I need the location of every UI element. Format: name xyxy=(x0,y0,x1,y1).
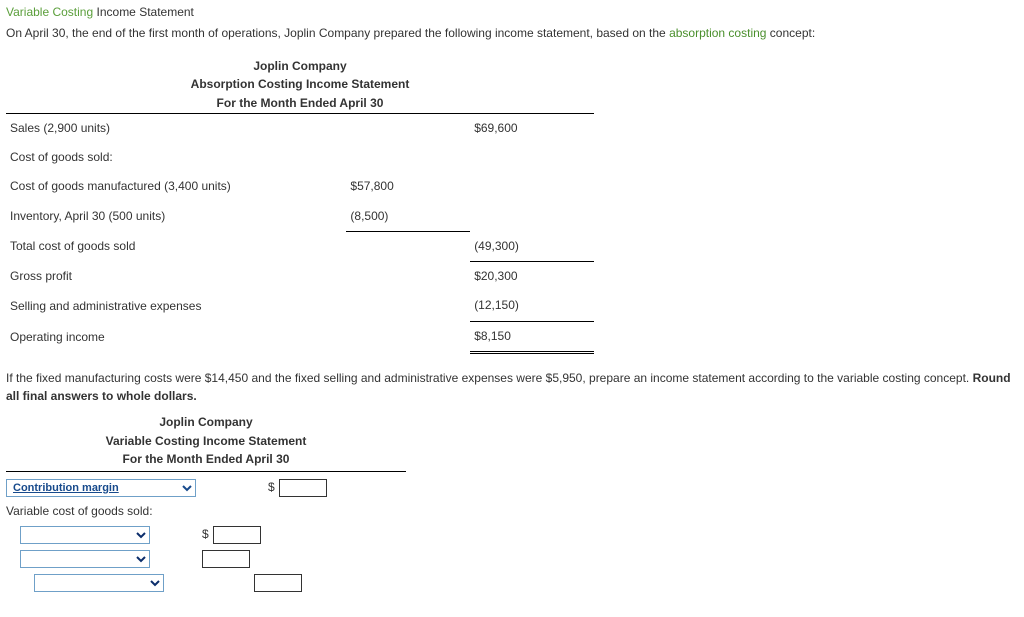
line-item-select-2[interactable] xyxy=(20,526,150,544)
form-row-4 xyxy=(6,571,406,595)
amount-input-4[interactable] xyxy=(254,574,302,592)
currency-symbol: $ xyxy=(268,479,275,496)
page-title: Variable Costing Income Statement xyxy=(6,4,1018,21)
sga-value: (12,150) xyxy=(470,291,594,321)
instructions: If the fixed manufacturing costs were $1… xyxy=(6,370,1018,405)
inv-label: Inventory, April 30 (500 units) xyxy=(6,202,346,232)
page-title-green: Variable Costing xyxy=(6,5,93,19)
form-row-2: $ xyxy=(6,523,406,547)
table-row: Inventory, April 30 (500 units) (8,500) xyxy=(6,202,594,232)
instructions-text: If the fixed manufacturing costs were $1… xyxy=(6,371,973,385)
vcogs-label: Variable cost of goods sold: xyxy=(6,500,406,523)
stmt2-period: For the Month Ended April 30 xyxy=(123,452,290,466)
stmt1-title: Absorption Costing Income Statement xyxy=(191,77,410,91)
stmt2-heading: Joplin Company Variable Costing Income S… xyxy=(6,413,406,472)
stmt2-company: Joplin Company xyxy=(159,415,252,429)
cogm-value: $57,800 xyxy=(346,172,470,201)
sales-label: Sales (2,900 units) xyxy=(6,113,346,143)
table-row: Cost of goods sold: xyxy=(6,143,594,172)
table-row: Sales (2,900 units) $69,600 xyxy=(6,113,594,143)
table-row: Total cost of goods sold (49,300) xyxy=(6,232,594,262)
amount-input-2[interactable] xyxy=(213,526,261,544)
amount-input-3[interactable] xyxy=(202,550,250,568)
table-row: Gross profit $20,300 xyxy=(6,262,594,292)
table-row: Cost of goods manufactured (3,400 units)… xyxy=(6,172,594,201)
stmt1-heading: Joplin Company Absorption Costing Income… xyxy=(6,57,594,113)
table-row: Selling and administrative expenses (12,… xyxy=(6,291,594,321)
totcogs-label: Total cost of goods sold xyxy=(6,232,346,262)
totcogs-value: (49,300) xyxy=(470,232,594,262)
line-item-select-3[interactable] xyxy=(20,550,150,568)
intro-before: On April 30, the end of the first month … xyxy=(6,26,669,40)
currency-symbol: $ xyxy=(202,526,209,543)
absorption-statement: Joplin Company Absorption Costing Income… xyxy=(6,57,594,354)
oi-label: Operating income xyxy=(6,321,346,352)
intro-after: concept: xyxy=(766,26,815,40)
variable-costing-form: Joplin Company Variable Costing Income S… xyxy=(6,413,406,595)
gp-label: Gross profit xyxy=(6,262,346,292)
table-row: Operating income $8,150 xyxy=(6,321,594,352)
form-row-1: Contribution margin $ xyxy=(6,476,406,500)
amount-input-1[interactable] xyxy=(279,479,327,497)
gp-value: $20,300 xyxy=(470,262,594,292)
page-title-rest: Income Statement xyxy=(93,5,194,19)
sales-value: $69,600 xyxy=(470,113,594,143)
inv-value: (8,500) xyxy=(346,202,470,232)
cogm-label: Cost of goods manufactured (3,400 units) xyxy=(6,172,346,201)
stmt2-title: Variable Costing Income Statement xyxy=(106,434,307,448)
cogs-header: Cost of goods sold: xyxy=(6,143,346,172)
sga-label: Selling and administrative expenses xyxy=(6,291,346,321)
line-item-select-4[interactable] xyxy=(34,574,164,592)
intro-text: On April 30, the end of the first month … xyxy=(6,25,1018,42)
line-item-select-1[interactable]: Contribution margin xyxy=(6,479,196,497)
stmt1-period: For the Month Ended April 30 xyxy=(217,96,384,110)
stmt1-table: Sales (2,900 units) $69,600 Cost of good… xyxy=(6,113,594,355)
absorption-costing-link[interactable]: absorption costing xyxy=(669,26,766,40)
oi-value: $8,150 xyxy=(470,321,594,352)
form-row-3 xyxy=(6,547,406,571)
stmt1-company: Joplin Company xyxy=(253,59,346,73)
